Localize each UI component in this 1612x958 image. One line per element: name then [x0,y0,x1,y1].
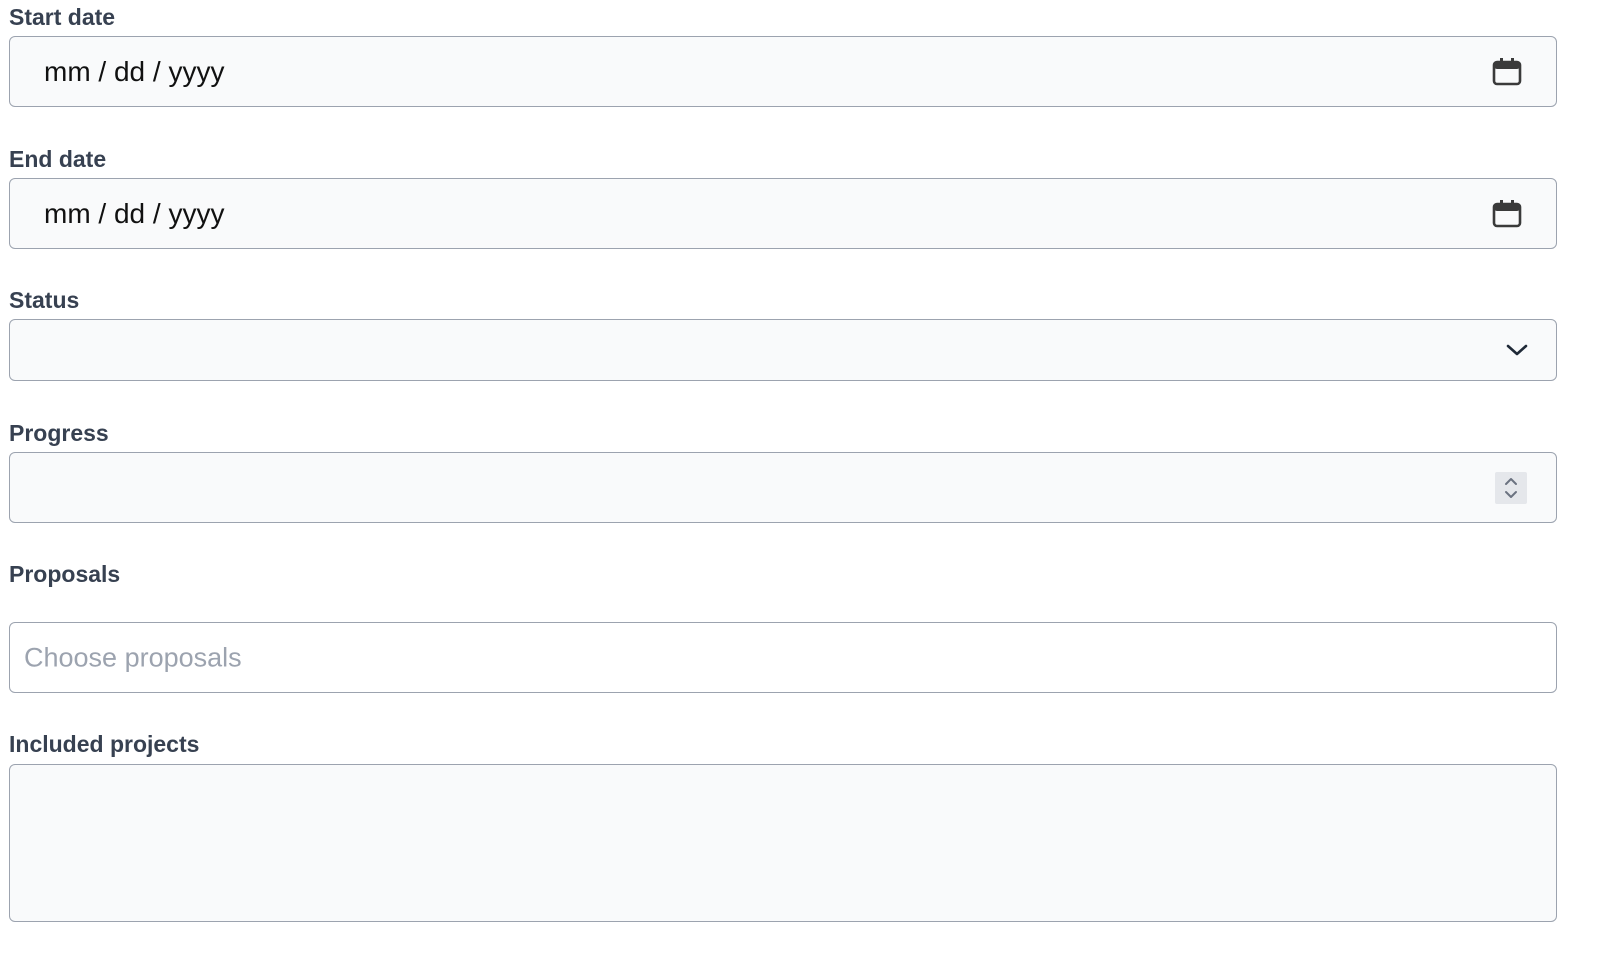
status-select[interactable] [9,319,1557,381]
calendar-icon[interactable] [1492,57,1522,87]
status-label: Status [9,287,80,313]
included-projects-textarea[interactable] [9,764,1557,922]
project-form: Start date mm / dd / yyyy End date mm / … [0,0,1612,958]
chevron-down-icon [1506,343,1528,357]
end-date-label: End date [9,146,107,172]
calendar-icon[interactable] [1492,199,1522,229]
spinner-icon[interactable] [1495,471,1527,504]
start-date-field[interactable]: mm / dd / yyyy [9,36,1557,107]
start-date-value: mm / dd / yyyy [44,55,225,87]
start-date-label: Start date [9,4,116,30]
end-date-field[interactable]: mm / dd / yyyy [9,178,1557,249]
progress-label: Progress [9,420,109,446]
end-date-value: mm / dd / yyyy [44,197,225,229]
proposals-placeholder: Choose proposals [24,642,242,672]
included-projects-label: Included projects [9,731,200,757]
proposals-label: Proposals [9,561,121,587]
proposals-multiselect[interactable]: Choose proposals [9,622,1557,693]
progress-input[interactable] [9,452,1557,523]
